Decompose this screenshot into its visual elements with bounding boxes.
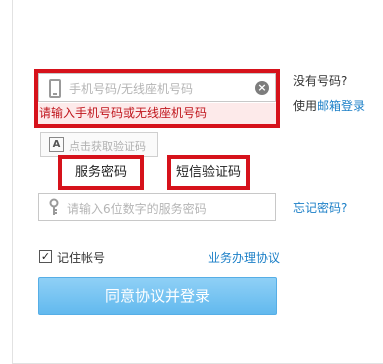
agreement-link[interactable]: 业务办理协议 [208, 249, 280, 266]
get-captcha-button[interactable]: A 点击获取验证码 [40, 132, 158, 157]
password-input[interactable]: 请输入6位数字的服务密码 [38, 193, 276, 221]
phone-input[interactable]: 手机号码/无线座机号码 × [38, 73, 276, 102]
key-icon [47, 198, 61, 216]
captcha-icon: A [49, 137, 64, 152]
mobile-phone-icon [49, 79, 61, 98]
phone-placeholder: 手机号码/无线座机号码 [69, 82, 194, 96]
forgot-password-link[interactable]: 忘记密码? [293, 199, 347, 216]
clear-icon[interactable]: × [255, 81, 269, 95]
tab-sms-code[interactable]: 短信验证码 [167, 155, 250, 190]
no-account-text: 没有号码? [293, 74, 348, 88]
remember-label: 记住帐号 [57, 251, 106, 265]
email-login-line: 使用邮箱登录 [293, 97, 365, 114]
agree-and-login-button[interactable]: 同意协议并登录 [38, 277, 277, 315]
captcha-label: 点击获取验证码 [69, 140, 146, 153]
remember-checkbox[interactable]: ✓ [39, 250, 52, 263]
use-prefix: 使用 [293, 99, 318, 113]
password-placeholder: 请输入6位数字的服务密码 [67, 202, 207, 216]
email-login-link[interactable]: 邮箱登录 [317, 99, 365, 113]
error-message: 请输入手机号码或无线座机号码 [38, 103, 276, 124]
tab-service-password[interactable]: 服务密码 [58, 155, 144, 190]
